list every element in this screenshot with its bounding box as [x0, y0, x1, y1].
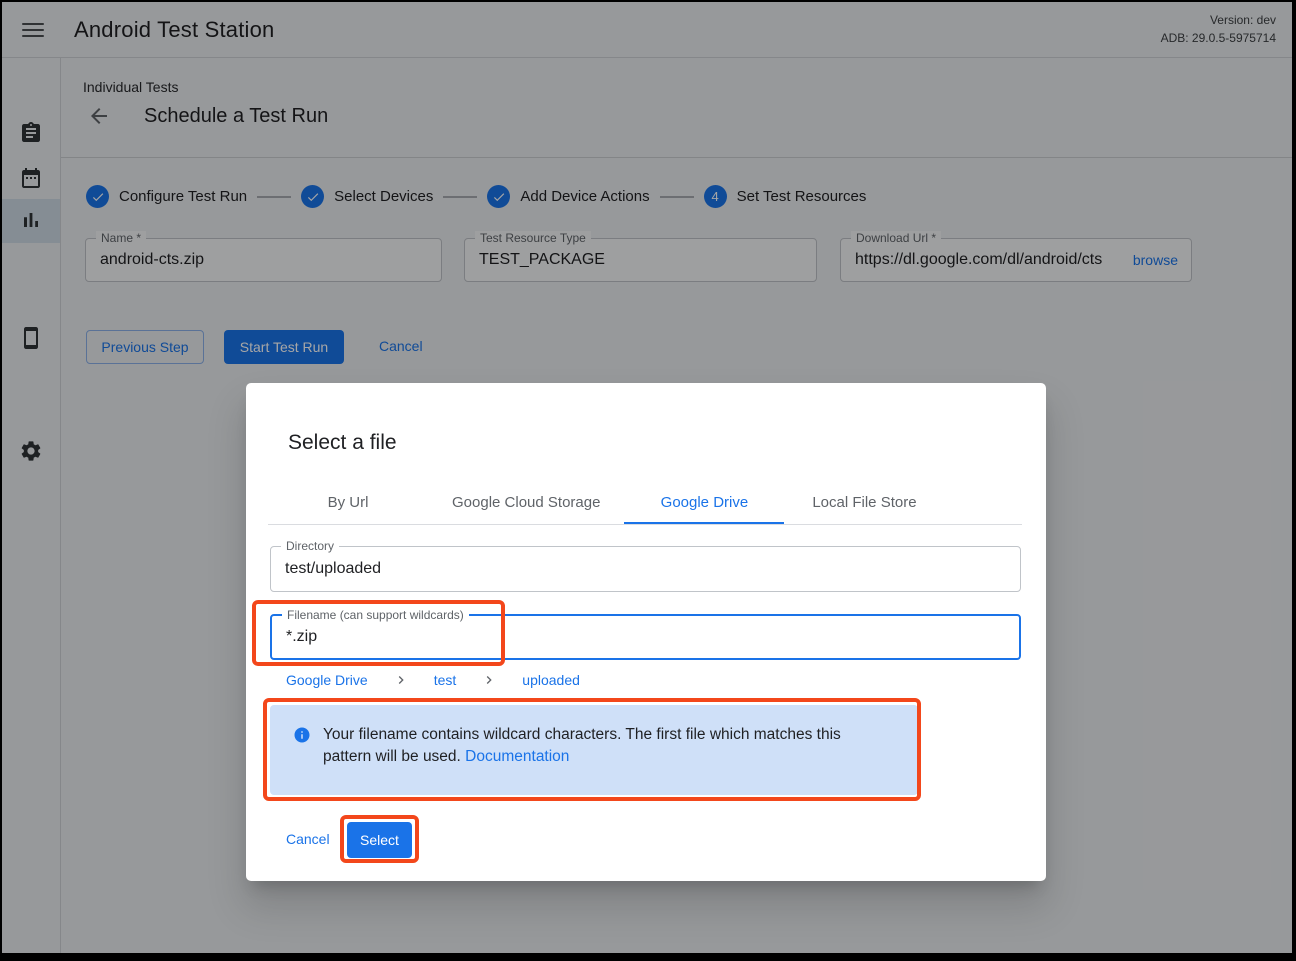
tab-google-drive[interactable]: Google Drive	[624, 480, 784, 524]
directory-input[interactable]	[271, 547, 1020, 591]
dialog-select-button[interactable]: Select	[347, 822, 412, 858]
tab-local-file-store[interactable]: Local File Store	[784, 480, 944, 524]
chevron-right-icon	[481, 672, 497, 688]
app-window: Android Test Station Version: dev ADB: 2…	[2, 2, 1292, 953]
tab-google-cloud-storage[interactable]: Google Cloud Storage	[428, 480, 624, 524]
breadcrumb-test[interactable]: test	[434, 672, 457, 688]
alert-text: Your filename contains wildcard characte…	[323, 726, 841, 765]
info-icon	[293, 726, 311, 744]
alert-message: Your filename contains wildcard characte…	[323, 724, 888, 795]
breadcrumb-google-drive[interactable]: Google Drive	[286, 672, 368, 688]
wildcard-info-alert: Your filename contains wildcard characte…	[270, 705, 918, 795]
tab-by-url[interactable]: By Url	[268, 480, 428, 524]
screenshot-frame: Android Test Station Version: dev ADB: 2…	[0, 0, 1296, 961]
documentation-link[interactable]: Documentation	[465, 748, 569, 765]
breadcrumb-uploaded[interactable]: uploaded	[522, 672, 580, 688]
drive-breadcrumb: Google Drive test uploaded	[286, 672, 580, 688]
select-file-dialog: Select a file By Url Google Cloud Storag…	[246, 383, 1046, 881]
dialog-title: Select a file	[288, 431, 397, 455]
dialog-tabs: By Url Google Cloud Storage Google Drive…	[268, 480, 1022, 525]
filename-input[interactable]	[272, 616, 1019, 658]
filename-field: Filename (can support wildcards)	[270, 614, 1021, 660]
chevron-right-icon	[393, 672, 409, 688]
dialog-cancel-button[interactable]: Cancel	[286, 831, 330, 847]
directory-field: Directory	[270, 546, 1021, 592]
